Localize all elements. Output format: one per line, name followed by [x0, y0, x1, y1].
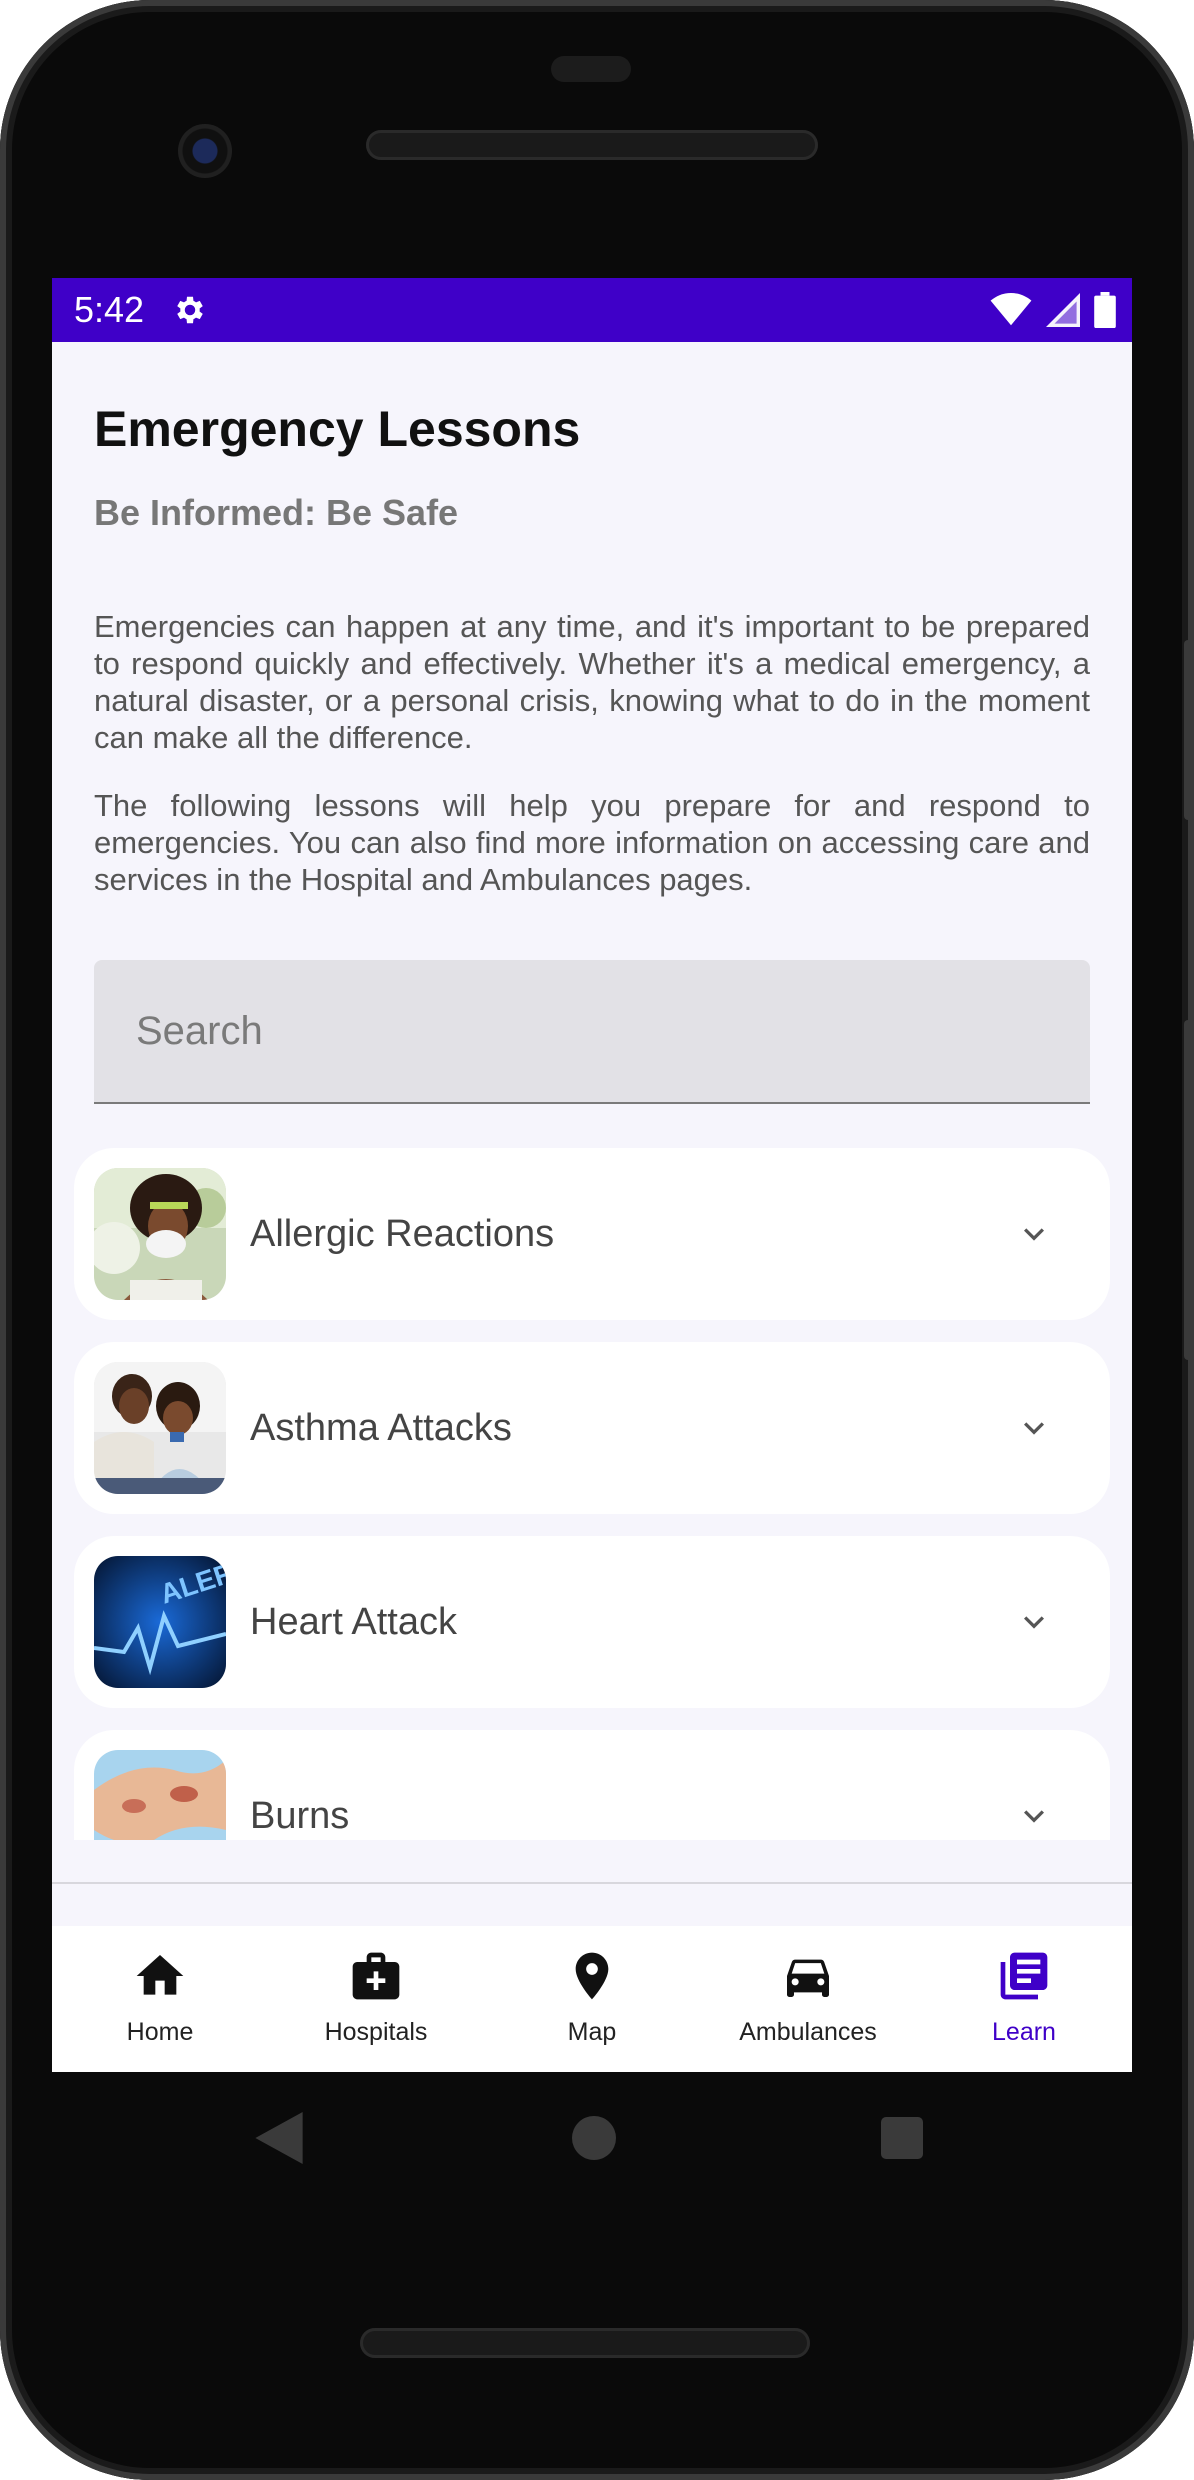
bottom-speaker: [360, 2328, 810, 2358]
battery-icon: [1094, 292, 1116, 328]
lessons-paragraph: The following lessons will help you prep…: [94, 788, 1090, 897]
sensor: [551, 56, 631, 82]
recents-icon[interactable]: [881, 2117, 923, 2159]
home-icon: [136, 1955, 184, 1995]
home-circle-icon[interactable]: [572, 2116, 616, 2160]
chevron-down-icon[interactable]: [1014, 1602, 1054, 1642]
medical-bag-icon: [352, 1952, 400, 2000]
nav-label: Learn: [992, 2018, 1056, 2046]
search-input[interactable]: [94, 960, 1090, 1102]
page-subtitle: Be Informed: Be Safe: [94, 492, 459, 533]
status-bar: 5:42: [52, 278, 1132, 342]
chevron-down-icon[interactable]: [1014, 1214, 1054, 1254]
lesson-label: Heart Attack: [250, 1601, 457, 1643]
lesson-label: Allergic Reactions: [250, 1213, 555, 1255]
wifi-icon: [990, 293, 1032, 326]
lesson-item-asthma-attacks[interactable]: Asthma Attacks: [74, 1342, 1110, 1514]
bottom-navigation: Home Hospitals Map Ambulances Learn: [52, 1926, 1132, 2072]
chevron-down-icon[interactable]: [1014, 1796, 1054, 1836]
lesson-thumbnail-heart-attack: ALER: [94, 1556, 226, 1688]
lesson-item-heart-attack[interactable]: ALER Heart Attack: [74, 1536, 1110, 1708]
cell-signal-icon: [1046, 293, 1080, 327]
app-screen: 5:42 Emergency Lessons Be Informed: Be S…: [52, 278, 1132, 2072]
lesson-label: Burns: [250, 1795, 350, 1837]
nav-item-ambulances[interactable]: Ambulances: [700, 1926, 916, 2072]
lesson-thumbnail-asthma-attacks: [94, 1362, 226, 1494]
phone-frame: 5:42 Emergency Lessons Be Informed: Be S…: [0, 0, 1194, 2480]
lesson-label: Asthma Attacks: [250, 1407, 512, 1449]
back-icon[interactable]: [254, 2112, 304, 2164]
divider: [52, 1882, 1132, 1884]
car-icon: [787, 1959, 829, 1997]
volume-button: [1184, 640, 1194, 820]
nav-item-map[interactable]: Map: [484, 1926, 700, 2072]
nav-label: Ambulances: [739, 2018, 877, 2046]
lesson-item-burns[interactable]: Burns: [74, 1730, 1110, 1840]
nav-label: Map: [567, 2018, 617, 2046]
nav-label: Hospitals: [324, 2018, 428, 2046]
search-field[interactable]: [94, 960, 1090, 1104]
nav-label: Home: [126, 2018, 194, 2046]
nav-item-home[interactable]: Home: [52, 1926, 268, 2072]
map-pin-icon: [575, 1952, 609, 2000]
lesson-thumbnail-allergic-reactions: [94, 1168, 226, 1300]
status-time: 5:42: [74, 289, 145, 330]
lesson-item-allergic-reactions[interactable]: Allergic Reactions: [74, 1148, 1110, 1320]
settings-gear-icon: [177, 296, 203, 324]
lesson-thumbnail-burns: [94, 1750, 226, 1840]
intro-paragraph: Emergencies can happen at any time, and …: [94, 609, 1090, 755]
page-title: Emergency Lessons: [94, 401, 581, 457]
chevron-down-icon[interactable]: [1014, 1408, 1054, 1448]
nav-item-learn[interactable]: Learn: [916, 1926, 1132, 2072]
lesson-list: Allergic Reactions Asthma Attacks ALER H…: [74, 1148, 1110, 1840]
nav-item-hospitals[interactable]: Hospitals: [268, 1926, 484, 2072]
library-books-icon: [1000, 1952, 1048, 2000]
front-camera: [178, 124, 232, 178]
power-button: [1184, 1020, 1194, 1360]
top-speaker: [366, 130, 818, 160]
system-navigation-bar: [52, 2072, 1132, 2202]
